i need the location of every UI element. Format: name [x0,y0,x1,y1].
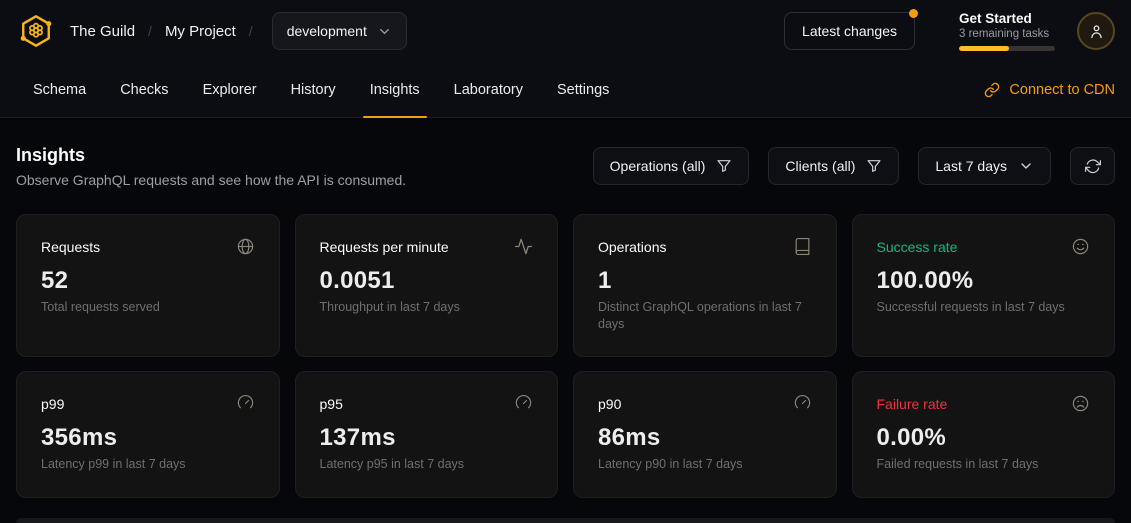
globe-icon [236,237,255,256]
stat-card: p95 137ms Latency p95 in last 7 days [295,371,559,498]
date-range-select[interactable]: Last 7 days [918,147,1051,185]
stat-card-description: Total requests served [41,299,255,316]
get-started-progress-bar [959,46,1055,51]
target-select-value: development [287,23,367,39]
stat-card: Operations 1 Distinct GraphQL operations i… [573,214,837,357]
header: The Guild / My Project / development Lat… [0,0,1131,62]
gauge-icon [236,394,255,413]
target-select[interactable]: development [272,12,407,50]
nav-tabs: SchemaChecksExplorerHistoryInsightsLabor… [16,62,626,117]
get-started-title: Get Started [959,11,1055,26]
stat-card: Failure rate 0.00% Failed requests in last… [852,371,1116,498]
refresh-button[interactable] [1070,147,1115,185]
user-icon [1088,23,1105,40]
stat-card-title: Requests per minute [320,239,449,255]
get-started-subtitle: 3 remaining tasks [959,28,1055,40]
stat-card-value: 52 [41,267,255,295]
chevron-down-icon [377,24,392,39]
stat-card-description: Throughput in last 7 days [320,299,534,316]
stat-card: Success rate 100.00% Successful requests i… [852,214,1116,357]
stat-card-value: 0.00% [877,424,1091,452]
stat-card-title: p95 [320,396,343,412]
tab-laboratory[interactable]: Laboratory [437,62,540,117]
stats-grid: Requests52Total requests servedRequests … [16,214,1115,498]
chevron-down-icon [1018,158,1034,174]
filter-icon [866,158,882,174]
breadcrumb-separator: / [240,23,262,39]
notification-dot [909,9,918,18]
stat-card-description: Failed requests in last 7 days [877,456,1091,473]
stat-card-value: 100.00% [877,267,1091,295]
breadcrumb-project[interactable]: My Project [161,23,240,40]
stat-card-description: Distinct GraphQL operations in last 7 da… [598,299,812,332]
breadcrumb-org[interactable]: The Guild [66,23,139,40]
filter-icon [716,158,732,174]
tab-history[interactable]: History [274,62,353,117]
page-title: Insights [16,145,406,166]
filters-bar: Operations (all) Clients (all) Last 7 da… [593,147,1115,185]
stat-card-title: Success rate [877,239,958,255]
stat-card-title: p99 [41,396,64,412]
latest-changes-button[interactable]: Latest changes [784,12,915,50]
stat-card-value: 1 [598,267,812,295]
clients-filter-button[interactable]: Clients (all) [768,147,899,185]
activity-icon [514,237,533,256]
latest-changes-label: Latest changes [802,23,897,39]
stat-card: p90 86ms Latency p90 in last 7 days [573,371,837,498]
connect-to-cdn-label: Connect to CDN [1009,82,1115,98]
operations-filter-button[interactable]: Operations (all) [593,147,750,185]
breadcrumb-separator: / [139,23,161,39]
tab-explorer[interactable]: Explorer [186,62,274,117]
date-range-value: Last 7 days [935,158,1007,174]
stat-card: Requests per minute 0.0051 Throughput in l… [295,214,559,357]
smile-icon [1071,237,1090,256]
stat-card-description: Latency p99 in last 7 days [41,456,255,473]
book-icon [793,237,812,256]
guild-logo-icon[interactable] [16,11,56,51]
get-started-widget[interactable]: Get Started 3 remaining tasks [959,11,1055,51]
stat-card-description: Latency p95 in last 7 days [320,456,534,473]
stat-card-description: Latency p90 in last 7 days [598,456,812,473]
stat-card-title: Requests [41,239,100,255]
stat-card-value: 137ms [320,424,534,452]
stat-card: Requests 52 Total requests served [16,214,280,357]
refresh-icon [1085,158,1101,174]
connect-to-cdn-button[interactable]: Connect to CDN [984,62,1115,117]
insights-page: Insights Observe GraphQL requests and se… [0,118,1131,498]
page-subtitle: Observe GraphQL requests and see how the… [16,172,406,188]
stat-card: p99 356ms Latency p99 in last 7 days [16,371,280,498]
stat-card-value: 0.0051 [320,267,534,295]
tab-insights[interactable]: Insights [353,62,437,117]
operations-filter-label: Operations (all) [610,158,706,174]
tab-schema[interactable]: Schema [16,62,103,117]
tab-checks[interactable]: Checks [103,62,185,117]
stat-card-description: Successful requests in last 7 days [877,299,1091,316]
frown-icon [1071,394,1090,413]
gauge-icon [793,394,812,413]
stat-card-value: 356ms [41,424,255,452]
get-started-progress-fill [959,46,1009,51]
user-avatar[interactable] [1077,12,1115,50]
stat-card-value: 86ms [598,424,812,452]
stat-card-title: Failure rate [877,396,948,412]
project-nav: SchemaChecksExplorerHistoryInsightsLabor… [0,62,1131,118]
top-bar: The Guild / My Project / development Lat… [0,0,1131,118]
stat-card-title: p90 [598,396,621,412]
link-icon [984,82,1000,98]
stat-card-title: Operations [598,239,666,255]
next-section-edge [16,518,1115,523]
clients-filter-label: Clients (all) [785,158,855,174]
tab-settings[interactable]: Settings [540,62,626,117]
gauge-icon [514,394,533,413]
